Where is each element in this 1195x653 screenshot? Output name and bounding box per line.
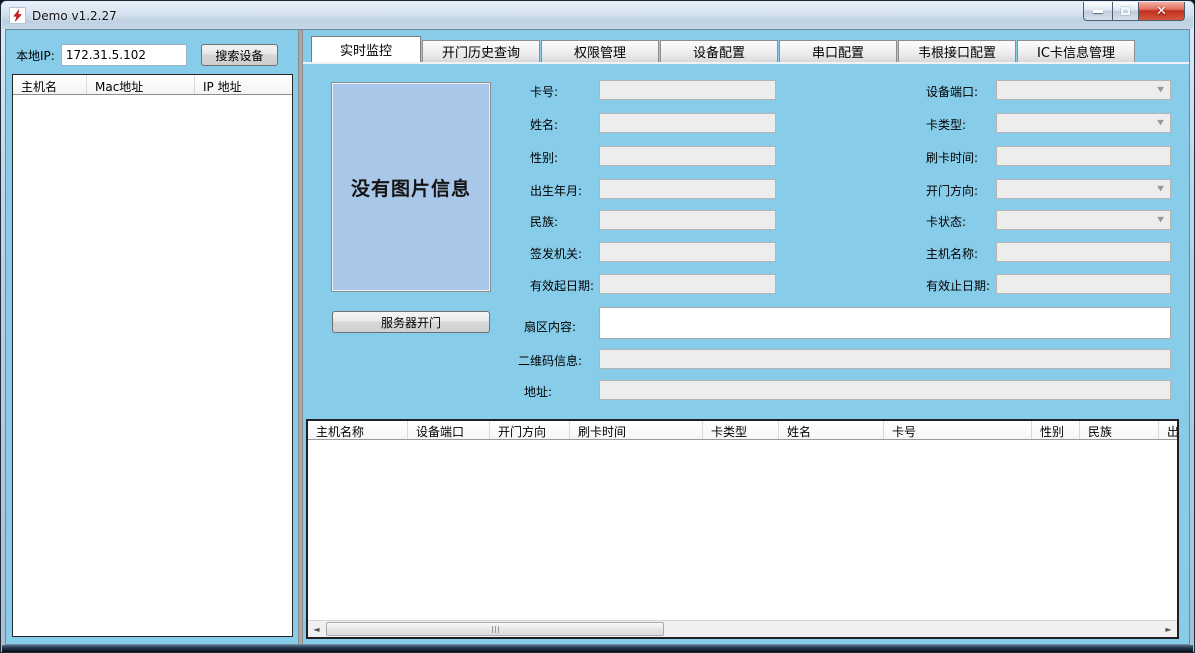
column-header-ip[interactable]: IP 地址: [195, 75, 292, 94]
column-header-card-number[interactable]: 卡号: [884, 421, 1032, 439]
birth-date-label: 出生年月:: [530, 179, 582, 199]
card-number-label: 卡号:: [530, 80, 558, 100]
minimize-icon: [1093, 10, 1103, 13]
search-device-button[interactable]: 搜索设备: [201, 44, 278, 66]
minimize-button[interactable]: [1083, 2, 1112, 21]
name-field[interactable]: [599, 113, 776, 133]
valid-to-label: 有效止日期:: [926, 274, 990, 294]
thumb-grip: [492, 626, 493, 633]
device-port-combo[interactable]: ▼: [996, 80, 1171, 100]
window-controls: ✕: [1083, 2, 1185, 21]
tab-door-history[interactable]: 开门历史查询: [422, 40, 540, 62]
thumb-grip: [495, 626, 496, 633]
chevron-down-icon: ▼: [1157, 185, 1164, 193]
window-title: Demo v1.2.27: [32, 9, 117, 23]
maximize-icon: [1121, 7, 1130, 15]
local-ip-label: 本地IP:: [16, 47, 55, 64]
sector-content-label: 扇区内容:: [524, 315, 576, 335]
close-icon: ✕: [1156, 4, 1167, 19]
swipe-time-field[interactable]: [996, 146, 1171, 166]
qr-code-info-field[interactable]: [599, 349, 1171, 369]
column-header-swipe-time[interactable]: 刷卡时间: [570, 421, 703, 439]
gender-field[interactable]: [599, 146, 776, 166]
host-name-field[interactable]: [996, 242, 1171, 262]
card-number-field[interactable]: [599, 80, 776, 100]
swipe-records-table: 主机名称 设备端口 开门方向 刷卡时间 卡类型 姓名 卡号 性别 民族 出生年月…: [306, 419, 1179, 639]
client-area: 本地IP: 搜索设备 主机名 Mac地址 IP 地址 实时监控 开门历史查询 权…: [5, 29, 1190, 645]
device-list: 主机名 Mac地址 IP 地址: [12, 74, 293, 637]
scroll-right-icon[interactable]: ►: [1160, 621, 1177, 637]
main-panel: 实时监控 开门历史查询 权限管理 设备配置 串口配置 韦根接口配置 IC卡信息管…: [303, 30, 1189, 644]
chevron-down-icon: ▼: [1157, 216, 1164, 224]
horizontal-scrollbar[interactable]: ◄ ►: [308, 620, 1177, 637]
tab-wiegand-config[interactable]: 韦根接口配置: [898, 40, 1016, 62]
records-header: 主机名称 设备端口 开门方向 刷卡时间 卡类型 姓名 卡号 性别 民族 出生年月: [308, 421, 1177, 440]
card-type-label: 卡类型:: [926, 113, 966, 133]
realtime-monitor-page: 没有图片信息 服务器开门 卡号: 姓名: 性别: 出生年月: 民族: 签发机关:…: [303, 62, 1189, 644]
column-header-device-port[interactable]: 设备端口: [408, 421, 490, 439]
host-name-label: 主机名称:: [926, 242, 978, 262]
sector-content-field[interactable]: [599, 307, 1171, 339]
maximize-button[interactable]: [1112, 2, 1139, 21]
door-direction-combo[interactable]: ▼: [996, 179, 1171, 199]
device-search-panel: 本地IP: 搜索设备 主机名 Mac地址 IP 地址: [6, 30, 298, 644]
local-ip-row: 本地IP: 搜索设备: [16, 44, 288, 66]
device-list-body: [13, 95, 292, 636]
tab-permission-mgmt[interactable]: 权限管理: [541, 40, 659, 62]
swipe-time-label: 刷卡时间:: [926, 146, 978, 166]
device-port-label: 设备端口:: [926, 80, 978, 100]
valid-from-field[interactable]: [599, 274, 776, 294]
address-field[interactable]: [599, 380, 1171, 400]
column-header-hostname[interactable]: 主机名: [13, 75, 87, 94]
scrollbar-thumb[interactable]: [326, 622, 664, 636]
name-label: 姓名:: [530, 113, 558, 133]
card-type-combo[interactable]: ▼: [996, 113, 1171, 133]
tab-strip: 实时监控 开门历史查询 权限管理 设备配置 串口配置 韦根接口配置 IC卡信息管…: [311, 36, 1189, 62]
app-window: Demo v1.2.27 ✕ 本地IP: 搜索设备 主机名 Mac地址 IP 地…: [0, 0, 1195, 653]
column-header-mac[interactable]: Mac地址: [87, 75, 195, 94]
column-header-ethnicity[interactable]: 民族: [1080, 421, 1159, 439]
card-status-combo[interactable]: ▼: [996, 210, 1171, 230]
app-logo-lightning-icon: [9, 7, 26, 24]
card-status-label: 卡状态:: [926, 210, 966, 230]
chevron-down-icon: ▼: [1157, 86, 1164, 94]
ethnicity-label: 民族:: [530, 210, 558, 230]
device-list-header: 主机名 Mac地址 IP 地址: [13, 75, 292, 95]
tab-realtime-monitor[interactable]: 实时监控: [311, 36, 421, 62]
photo-placeholder: 没有图片信息: [331, 82, 491, 292]
title-bar[interactable]: Demo v1.2.27 ✕: [2, 2, 1193, 29]
column-header-card-type[interactable]: 卡类型: [703, 421, 779, 439]
chevron-down-icon: ▼: [1157, 119, 1164, 127]
qr-code-info-label: 二维码信息:: [518, 349, 582, 369]
column-header-birth-date[interactable]: 出生年月: [1159, 421, 1177, 439]
ethnicity-field[interactable]: [599, 210, 776, 230]
local-ip-input[interactable]: [61, 44, 187, 66]
door-direction-label: 开门方向:: [926, 179, 978, 199]
valid-from-label: 有效起日期:: [530, 274, 594, 294]
birth-date-field[interactable]: [599, 179, 776, 199]
tab-device-config[interactable]: 设备配置: [660, 40, 778, 62]
issuing-authority-field[interactable]: [599, 242, 776, 262]
server-open-door-button[interactable]: 服务器开门: [332, 311, 490, 333]
close-button[interactable]: ✕: [1139, 2, 1185, 21]
address-label: 地址:: [524, 380, 552, 400]
column-header-gender[interactable]: 性别: [1032, 421, 1080, 439]
tab-ic-card-mgmt[interactable]: IC卡信息管理: [1017, 40, 1135, 62]
gender-label: 性别:: [530, 146, 558, 166]
issuing-authority-label: 签发机关:: [530, 242, 582, 262]
scroll-left-icon[interactable]: ◄: [308, 621, 325, 637]
records-body: [308, 440, 1177, 620]
window-frame-bottom: [2, 645, 1193, 652]
thumb-grip: [498, 626, 499, 633]
column-header-name[interactable]: 姓名: [779, 421, 884, 439]
column-header-door-direction[interactable]: 开门方向: [490, 421, 570, 439]
photo-placeholder-text: 没有图片信息: [351, 174, 471, 201]
column-header-host-name[interactable]: 主机名称: [308, 421, 408, 439]
tab-serial-config[interactable]: 串口配置: [779, 40, 897, 62]
valid-to-field[interactable]: [996, 274, 1171, 294]
